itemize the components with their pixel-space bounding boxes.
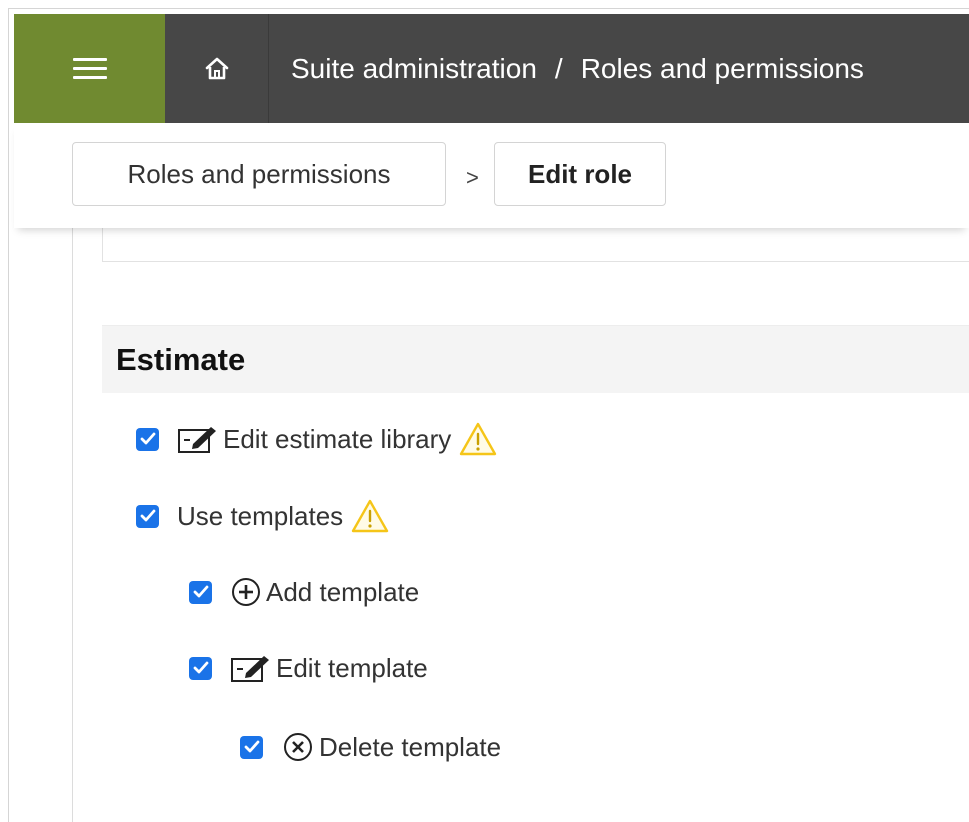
section-header: Estimate [102,325,969,393]
delete-circle-icon [281,731,315,763]
title-suite-administration: Suite administration [291,52,537,84]
check-icon [244,740,259,753]
add-circle-icon [230,576,262,608]
permission-delete-template: Delete template [240,727,501,767]
check-icon [193,585,208,598]
previous-section-card [102,228,969,262]
section-title: Estimate [116,342,246,377]
breadcrumb-chevron: > [466,165,479,190]
checkbox-use-templates[interactable] [136,504,159,528]
permission-label: Edit template [276,652,428,683]
edit-icon [177,424,219,454]
top-bar: Suite administration / Roles and permiss… [14,14,969,123]
breadcrumb-roles-and-permissions[interactable]: Roles and permissions [72,142,446,206]
home-icon [205,57,228,79]
warning-icon [351,499,389,533]
permission-edit-estimate-library: Edit estimate library [136,419,497,459]
check-icon [140,432,155,445]
menu-button[interactable] [14,14,165,123]
checkbox-delete-template[interactable] [240,735,263,759]
permission-label: Delete template [319,731,502,762]
check-icon [193,661,208,674]
permission-label: Edit estimate library [223,423,452,454]
breadcrumb-edit-role[interactable]: Edit role [494,142,666,206]
check-icon [140,509,155,522]
permission-label: Add template [266,576,420,607]
permission-label: Use templates [177,500,344,531]
checkbox-edit-template[interactable] [189,656,212,680]
title-separator: / [554,52,563,84]
checkbox-edit-estimate-library[interactable] [136,427,159,451]
warning-icon [459,422,497,456]
permission-edit-template: Edit template [189,648,428,688]
breadcrumb: Roles and permissions > Edit role [14,123,969,228]
page-title: Suite administration / Roles and permiss… [269,14,864,123]
permission-add-template: Add template [189,572,419,612]
edit-icon [230,653,272,683]
checkbox-add-template[interactable] [189,580,212,604]
title-roles-and-permissions: Roles and permissions [580,52,864,84]
hamburger-menu-icon [72,52,107,85]
permission-use-templates: Use templates [136,496,389,536]
content-left-border [72,228,73,822]
home-button[interactable] [165,14,269,123]
